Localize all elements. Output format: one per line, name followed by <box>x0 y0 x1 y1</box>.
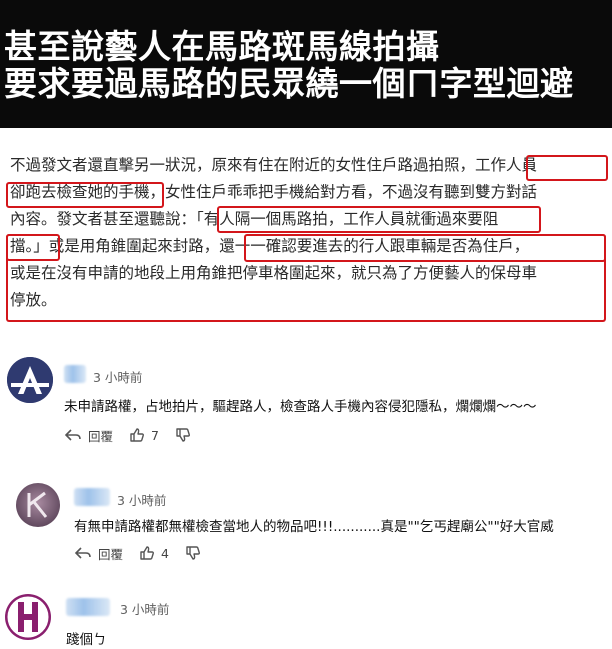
username-blurred[interactable] <box>74 488 110 506</box>
like-count: 4 <box>161 545 169 561</box>
comment-actions: 回覆 4 <box>74 543 201 563</box>
avatar[interactable] <box>5 594 51 640</box>
thumbs-down-icon <box>176 428 190 442</box>
thumbs-down-icon <box>186 546 200 560</box>
reply-icon <box>64 429 81 441</box>
avatar[interactable] <box>16 483 60 527</box>
avatar-a-icon <box>7 357 53 403</box>
comment-text: 未申請路權，占地拍片，驅趕路人，檢查路人手機內容侵犯隱私，爛爛爛～～～ <box>64 399 537 415</box>
comment-actions: 回覆 7 <box>64 425 191 445</box>
highlight-box <box>244 234 606 262</box>
dislike-button[interactable] <box>185 545 201 561</box>
reply-icon <box>74 547 91 559</box>
article-text: 內容。發文者甚至還聽說： <box>10 210 197 228</box>
highlight-box <box>526 155 608 181</box>
banner-line-2: 要求要過馬路的民眾繞一個ㄇ字型迴避 <box>4 64 574 103</box>
comment-timestamp: 3 小時前 <box>93 370 143 385</box>
avatar-k-icon <box>16 483 60 527</box>
article-text: 不過發文者還直擊另一狀況，原來有住在附近的女性住戶路過拍照， <box>10 156 476 174</box>
banner-line-1: 甚至說藝人在馬路斑馬線拍攝 <box>4 27 440 66</box>
username-blurred[interactable] <box>64 365 86 383</box>
like-button[interactable]: 4 <box>139 545 169 561</box>
reply-label: 回覆 <box>98 546 124 562</box>
comment-timestamp: 3 小時前 <box>117 493 167 508</box>
comment-item: 3 小時前 未申請路權，占地拍片，驅趕路人，檢查路人手機內容侵犯隱私，爛爛爛～～… <box>0 355 612 450</box>
like-count: 7 <box>151 427 159 443</box>
comment-text: 踐個ㄅ <box>66 632 107 648</box>
thumbs-up-icon <box>130 428 144 442</box>
reply-button[interactable]: 回覆 <box>74 544 123 563</box>
comment-item: 3 小時前 踐個ㄅ <box>0 590 612 649</box>
highlight-box <box>217 206 541 233</box>
comment-text: 有無申請路權都無權檢查當地人的物品吧!!!...........真是""乞丐趕廟… <box>74 519 554 535</box>
reply-button[interactable]: 回覆 <box>64 426 113 445</box>
article-text: ，女性住戶乖乖把手機給對方看，不過沒有聽到雙方對話 <box>149 183 538 201</box>
dislike-button[interactable] <box>175 427 191 443</box>
article-line-1: 不過發文者還直擊另一狀況，原來有住在附近的女性住戶路過拍照，工作人員 <box>10 152 537 179</box>
avatar-h-icon <box>5 594 51 640</box>
avatar[interactable] <box>7 357 53 403</box>
like-button[interactable]: 7 <box>129 427 159 443</box>
comment-timestamp: 3 小時前 <box>120 602 170 617</box>
username-blurred[interactable] <box>66 598 110 616</box>
comment-item: 3 小時前 有無申請路權都無權檢查當地人的物品吧!!!...........真是… <box>0 480 612 575</box>
reply-label: 回覆 <box>88 428 114 444</box>
thumbs-up-icon <box>140 546 154 560</box>
highlight-box <box>6 182 164 208</box>
headline-banner: 甚至說藝人在馬路斑馬線拍攝 要求要過馬路的民眾繞一個ㄇ字型迴避 <box>0 0 612 128</box>
